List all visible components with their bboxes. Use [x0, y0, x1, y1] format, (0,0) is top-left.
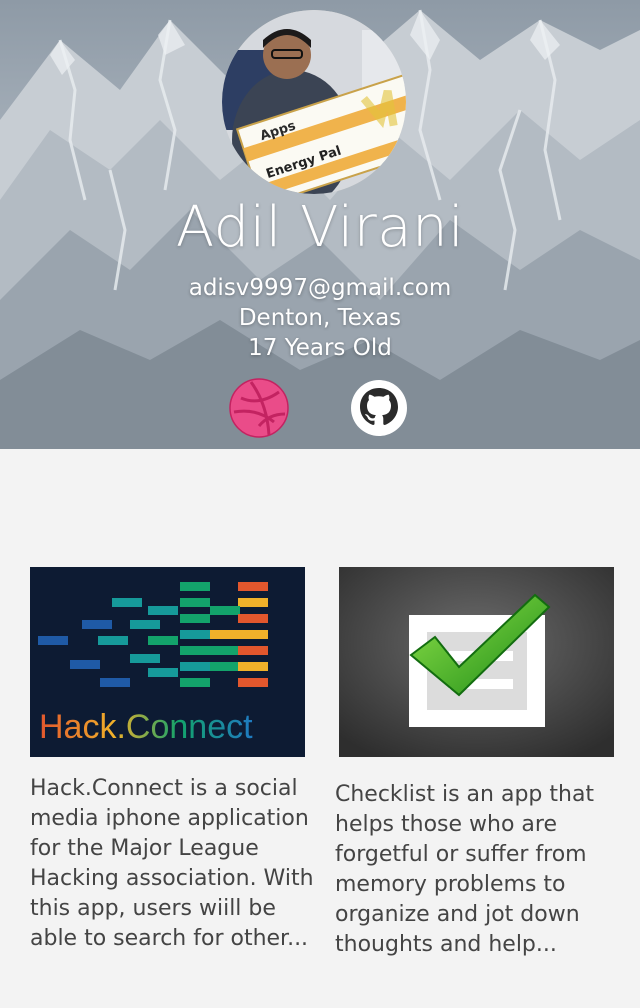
project-card-hackconnect[interactable]: Hack.Connect Hack.Connect is a social me…	[30, 567, 314, 951]
project-description: Hack.Connect is a social media iphone ap…	[30, 776, 314, 951]
profile-age: 17 Years Old	[248, 335, 392, 361]
github-icon	[351, 380, 407, 436]
hackconnect-logo-text: Hack.Connect	[39, 708, 253, 746]
hackconnect-thumbnail[interactable]: Hack.Connect	[30, 567, 305, 757]
profile-email[interactable]: adisv9997@gmail.com	[0, 273, 640, 303]
dribbble-icon	[229, 378, 289, 438]
profile-header: Apps Energy Pal Adil Virani adisv9997@gm…	[0, 0, 640, 449]
avatar-photo: Apps Energy Pal	[222, 10, 406, 194]
project-description: Checklist is an app that helps those who…	[335, 782, 595, 957]
github-link[interactable]	[349, 378, 409, 438]
avatar: Apps Energy Pal	[222, 10, 406, 194]
dribbble-link[interactable]	[229, 378, 289, 438]
project-card-checklist[interactable]: Checklist is an app that helps those who…	[335, 567, 614, 957]
profile-location: Denton, Texas	[238, 305, 402, 331]
profile-name: Adil Virani	[175, 195, 465, 260]
checklist-thumbnail[interactable]	[339, 567, 614, 757]
